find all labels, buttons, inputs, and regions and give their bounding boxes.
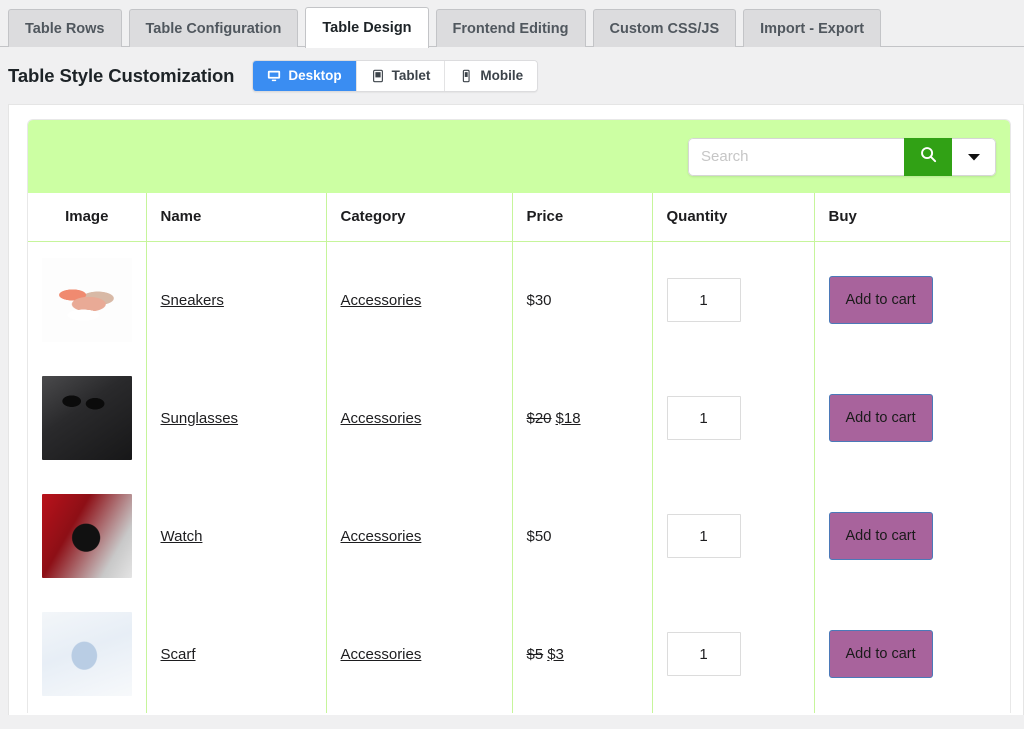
table-row: Watch Accessories $50 Add to cart (28, 477, 1011, 595)
products-table: Image Name Category Price Quantity Buy S… (28, 193, 1011, 713)
cell-price: $30 (512, 241, 652, 359)
column-header-buy[interactable]: Buy (814, 193, 1011, 241)
tab-table-design[interactable]: Table Design (305, 7, 428, 48)
chevron-down-icon (968, 148, 980, 166)
add-to-cart-button[interactable]: Add to cart (829, 512, 933, 560)
data-table-container: Image Name Category Price Quantity Buy S… (27, 119, 1011, 713)
tab-strip: Table Rows Table Configuration Table Des… (0, 0, 1024, 47)
cell-image (28, 477, 146, 595)
column-header-name[interactable]: Name (146, 193, 326, 241)
cell-price: $20$18 (512, 359, 652, 477)
cell-category: Accessories (326, 477, 512, 595)
magnifier-icon (919, 145, 938, 169)
cell-name: Sneakers (146, 241, 326, 359)
cell-buy: Add to cart (814, 359, 1011, 477)
column-header-quantity[interactable]: Quantity (652, 193, 814, 241)
mobile-icon (459, 69, 473, 83)
product-name-link[interactable]: Sunglasses (161, 410, 239, 427)
product-name-link[interactable]: Scarf (161, 646, 196, 663)
column-header-image[interactable]: Image (28, 193, 146, 241)
tab-custom-css-js[interactable]: Custom CSS/JS (593, 9, 737, 47)
table-toolbar (28, 120, 1010, 193)
product-price-sale: $18 (556, 410, 581, 427)
table-row: Sneakers Accessories $30 Add to cart (28, 241, 1011, 359)
product-name-link[interactable]: Watch (161, 528, 203, 545)
cell-price: $50 (512, 477, 652, 595)
page-title: Table Style Customization (8, 65, 234, 87)
device-button-desktop[interactable]: Desktop (253, 61, 356, 91)
desktop-icon (267, 69, 281, 83)
tab-table-rows[interactable]: Table Rows (8, 9, 122, 47)
cell-quantity (652, 477, 814, 595)
product-category-link[interactable]: Accessories (341, 528, 422, 545)
sunglasses-photo (42, 376, 132, 460)
cell-name: Watch (146, 477, 326, 595)
cell-category: Accessories (326, 241, 512, 359)
search-button[interactable] (904, 138, 952, 176)
device-button-mobile-label: Mobile (480, 68, 523, 83)
search-group (688, 138, 996, 176)
device-button-tablet-label: Tablet (392, 68, 431, 83)
device-button-tablet[interactable]: Tablet (357, 61, 446, 91)
product-category-link[interactable]: Accessories (341, 410, 422, 427)
table-row: Scarf Accessories $5$3 Add to cart (28, 595, 1011, 713)
quantity-input[interactable] (667, 632, 741, 676)
product-price: $50 (527, 528, 552, 545)
product-price-sale: $3 (547, 646, 564, 663)
device-button-mobile[interactable]: Mobile (445, 61, 537, 91)
product-name-link[interactable]: Sneakers (161, 292, 224, 309)
product-price-original: $5 (527, 646, 544, 663)
quantity-input[interactable] (667, 278, 741, 322)
quantity-input[interactable] (667, 514, 741, 558)
cell-quantity (652, 595, 814, 713)
tab-import-export[interactable]: Import - Export (743, 9, 881, 47)
quantity-input[interactable] (667, 396, 741, 440)
column-header-category[interactable]: Category (326, 193, 512, 241)
cell-category: Accessories (326, 359, 512, 477)
product-price-original: $20 (527, 410, 552, 427)
tab-table-configuration[interactable]: Table Configuration (129, 9, 299, 47)
cell-name: Scarf (146, 595, 326, 713)
cell-category: Accessories (326, 595, 512, 713)
cell-image (28, 595, 146, 713)
table-preview-card: Image Name Category Price Quantity Buy S… (8, 104, 1024, 715)
cell-quantity (652, 359, 814, 477)
page-header: Table Style Customization Desktop Tablet (0, 47, 1024, 104)
add-to-cart-button[interactable]: Add to cart (829, 276, 933, 324)
cell-buy: Add to cart (814, 477, 1011, 595)
cell-price: $5$3 (512, 595, 652, 713)
column-header-price[interactable]: Price (512, 193, 652, 241)
sneakers-photo (42, 258, 132, 342)
cell-image (28, 359, 146, 477)
product-price: $30 (527, 292, 552, 309)
tablet-icon (371, 69, 385, 83)
product-category-link[interactable]: Accessories (341, 292, 422, 309)
cell-buy: Add to cart (814, 595, 1011, 713)
add-to-cart-button[interactable]: Add to cart (829, 394, 933, 442)
table-row: Sunglasses Accessories $20$18 Add to car… (28, 359, 1011, 477)
device-button-desktop-label: Desktop (288, 68, 341, 83)
watch-photo (42, 494, 132, 578)
search-input[interactable] (688, 138, 904, 176)
cell-image (28, 241, 146, 359)
add-to-cart-button[interactable]: Add to cart (829, 630, 933, 678)
cell-name: Sunglasses (146, 359, 326, 477)
cell-quantity (652, 241, 814, 359)
product-category-link[interactable]: Accessories (341, 646, 422, 663)
device-preview-toggle: Desktop Tablet Mobile (252, 60, 538, 92)
tab-frontend-editing[interactable]: Frontend Editing (436, 9, 586, 47)
table-header-row: Image Name Category Price Quantity Buy (28, 193, 1011, 241)
search-options-dropdown[interactable] (952, 138, 996, 176)
scarf-photo (42, 612, 132, 696)
cell-buy: Add to cart (814, 241, 1011, 359)
